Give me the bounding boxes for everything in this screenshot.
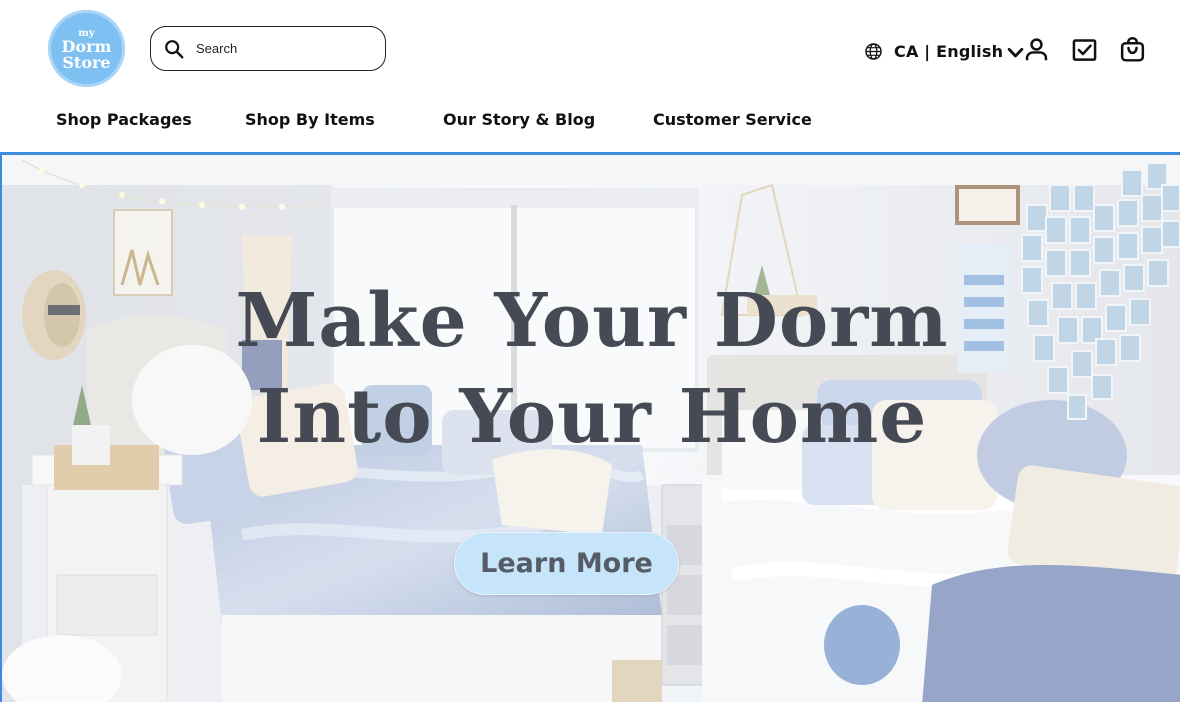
search-icon[interactable] bbox=[163, 38, 185, 60]
nav-shop-by-items[interactable]: Shop By Items bbox=[245, 110, 375, 129]
checklist-icon bbox=[1072, 38, 1096, 61]
nav-shop-packages[interactable]: Shop Packages bbox=[56, 110, 192, 129]
globe-icon bbox=[865, 42, 882, 60]
search-input[interactable] bbox=[196, 41, 366, 56]
locale-label: CA | English bbox=[894, 41, 1004, 61]
logo[interactable]: my Dorm Store bbox=[48, 10, 125, 87]
account-button[interactable] bbox=[1021, 34, 1051, 64]
logo-line-3: Store bbox=[62, 52, 111, 72]
learn-more-button[interactable]: Learn More bbox=[454, 532, 679, 595]
search-box[interactable] bbox=[150, 26, 386, 71]
cart-icon bbox=[1120, 36, 1144, 62]
locale-selector[interactable]: CA | English bbox=[864, 40, 1025, 62]
hero-banner: Make Your Dorm Into Your Home Learn More bbox=[0, 152, 1180, 702]
account-icon bbox=[1025, 37, 1047, 60]
hero-title-line-2: Into Your Home bbox=[256, 374, 928, 460]
checklist-button[interactable] bbox=[1069, 34, 1099, 64]
nav-customer-service[interactable]: Customer Service bbox=[653, 110, 812, 129]
hero-title-line-1: Make Your Dorm bbox=[235, 278, 949, 364]
site-header: my Dorm Store CA | English bbox=[0, 0, 1180, 152]
nav-our-story-blog[interactable]: Our Story & Blog bbox=[443, 110, 595, 129]
hero-title: Make Your Dorm Into Your Home bbox=[2, 273, 1180, 465]
cart-button[interactable] bbox=[1117, 34, 1147, 64]
